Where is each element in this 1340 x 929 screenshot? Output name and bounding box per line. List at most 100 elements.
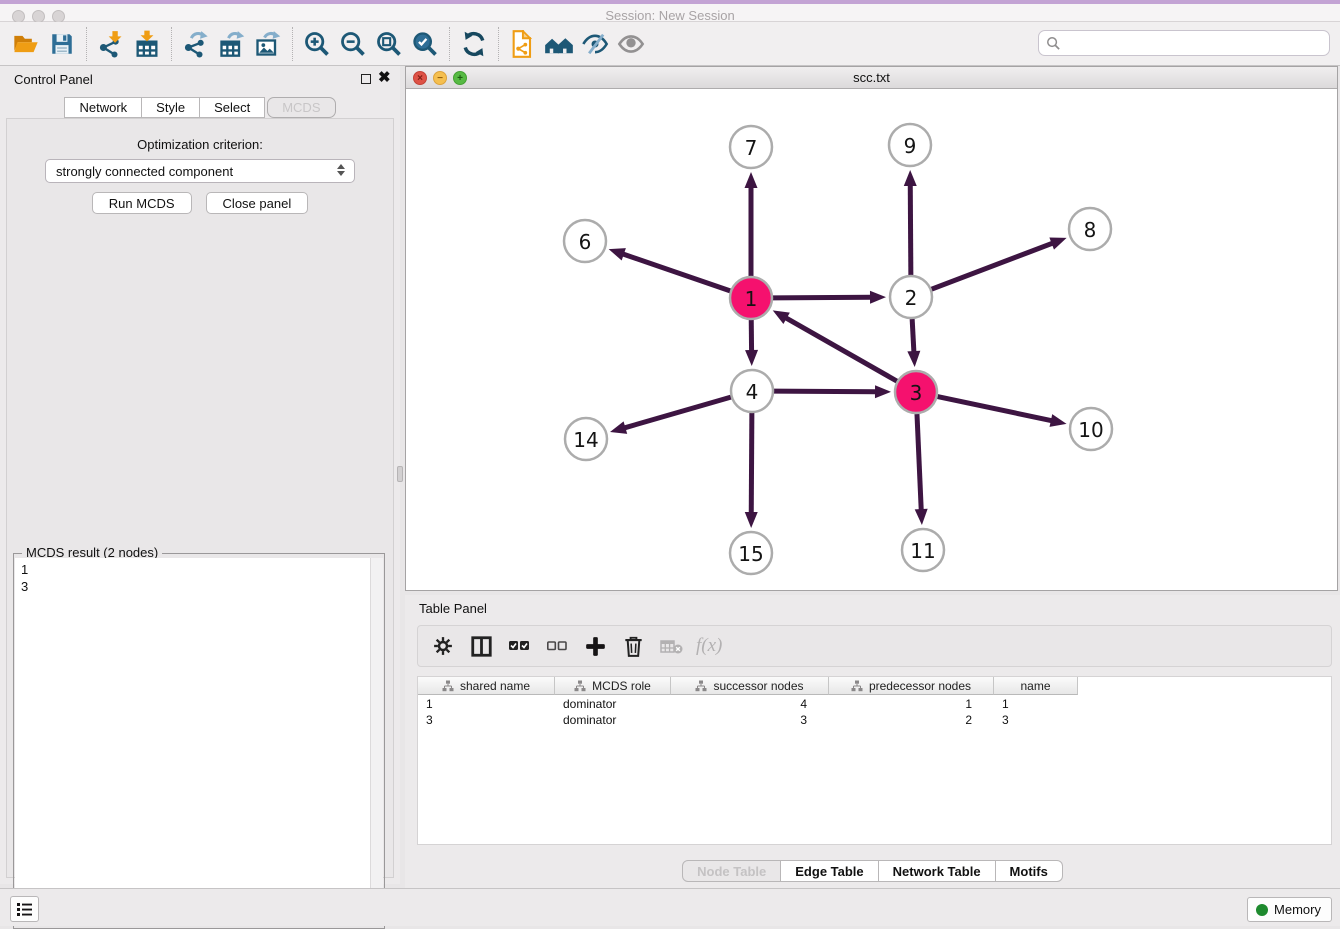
select-all-columns-button[interactable] — [504, 631, 534, 661]
graph-node-3[interactable]: 3 — [895, 371, 937, 413]
table-row[interactable]: 3dominator323 — [418, 712, 1078, 728]
result-scrollbar[interactable] — [370, 558, 383, 926]
tab-style[interactable]: Style — [142, 97, 200, 118]
toolbar-separator — [449, 27, 450, 61]
refresh-button[interactable] — [456, 26, 492, 62]
graph-edge-4-3[interactable] — [774, 391, 877, 392]
zoom-in-icon — [303, 30, 331, 58]
application-window: Session: New Session — [0, 0, 1340, 926]
edge-arrowhead-icon — [745, 350, 758, 366]
float-panel-icon[interactable] — [361, 74, 371, 84]
import-table-button[interactable] — [129, 26, 165, 62]
cell-predecessor_nodes[interactable]: 2 — [829, 712, 994, 728]
column-header-label: shared name — [460, 679, 530, 693]
column-header-shared-name[interactable]: shared name — [418, 677, 555, 695]
import-network-button[interactable] — [93, 26, 129, 62]
tab-select[interactable]: Select — [200, 97, 265, 118]
open-file-button[interactable] — [8, 26, 44, 62]
add-column-button[interactable] — [580, 631, 610, 661]
tab-network-table[interactable]: Network Table — [879, 860, 996, 882]
column-header-predecessor-nodes[interactable]: predecessor nodes — [829, 677, 994, 695]
graph-node-9[interactable]: 9 — [889, 124, 931, 166]
save-session-icon — [49, 31, 75, 57]
column-header-successor-nodes[interactable]: successor nodes — [671, 677, 829, 695]
tab-edge-table[interactable]: Edge Table — [781, 860, 878, 882]
criterion-dropdown[interactable]: strongly connected component — [45, 159, 355, 183]
window-titlebar: Session: New Session — [0, 0, 1340, 22]
graph-edge-4-15[interactable] — [751, 413, 752, 514]
control-panel-header: Control Panel ✖ — [0, 66, 400, 94]
graph-node-4[interactable]: 4 — [731, 370, 773, 412]
memory-button[interactable]: Memory — [1247, 897, 1332, 922]
split-panel-button[interactable] — [466, 631, 496, 661]
cell-shared_name[interactable]: 1 — [418, 696, 555, 712]
zoom-out-button[interactable] — [335, 26, 371, 62]
column-header-label: name — [1020, 679, 1050, 693]
zoom-selected-button[interactable] — [407, 26, 443, 62]
table-row[interactable]: 1dominator411 — [418, 696, 1078, 712]
cell-successor_nodes[interactable]: 4 — [671, 696, 829, 712]
save-session-button[interactable] — [44, 26, 80, 62]
edge-arrowhead-icon — [745, 172, 758, 188]
graph-edge-2-9[interactable] — [910, 184, 911, 275]
export-image-button[interactable] — [250, 26, 286, 62]
graph-edge-4-14[interactable] — [623, 397, 730, 428]
graph-node-10[interactable]: 10 — [1070, 408, 1112, 450]
graph-node-15[interactable]: 15 — [730, 532, 772, 574]
unselect-all-columns-button[interactable] — [542, 631, 572, 661]
home-button[interactable] — [541, 26, 577, 62]
close-panel-icon[interactable]: ✖ — [378, 70, 391, 86]
column-header-name[interactable]: name — [994, 677, 1078, 695]
task-history-button[interactable] — [10, 896, 39, 922]
search-input[interactable] — [1066, 32, 1329, 54]
hide-panel-button[interactable] — [577, 26, 613, 62]
graph-edge-2-8[interactable] — [932, 243, 1054, 289]
home-icon — [544, 30, 574, 58]
tab-mcds[interactable]: MCDS — [267, 97, 335, 118]
graph-node-7[interactable]: 7 — [730, 126, 772, 168]
graph-edge-2-3[interactable] — [912, 319, 914, 353]
vertical-splitter-handle[interactable] — [397, 466, 403, 482]
zoom-fit-button[interactable] — [371, 26, 407, 62]
tab-motifs[interactable]: Motifs — [996, 860, 1063, 882]
graph-edge-3-1[interactable] — [785, 317, 897, 381]
tab-node-table[interactable]: Node Table — [682, 860, 781, 882]
cell-mcds_role[interactable]: dominator — [555, 712, 671, 728]
zoom-in-button[interactable] — [299, 26, 335, 62]
export-network-button[interactable] — [178, 26, 214, 62]
mcds-result-item[interactable]: 3 — [21, 578, 365, 595]
graph-node-label: 9 — [904, 134, 917, 158]
graph-node-1[interactable]: 1 — [730, 277, 772, 319]
graph-edge-1-6[interactable] — [622, 254, 730, 291]
gear-button[interactable] — [428, 631, 458, 661]
show-panel-button[interactable] — [613, 26, 649, 62]
cell-mcds_role[interactable]: dominator — [555, 696, 671, 712]
graph-edge-3-10[interactable] — [938, 397, 1053, 421]
tab-network[interactable]: Network — [64, 97, 142, 118]
edge-arrowhead-icon — [904, 170, 917, 186]
export-table-button[interactable] — [214, 26, 250, 62]
cell-predecessor_nodes[interactable]: 1 — [829, 696, 994, 712]
graph-edge-1-2[interactable] — [773, 297, 872, 298]
export-table-icon — [218, 30, 246, 58]
cell-successor_nodes[interactable]: 3 — [671, 712, 829, 728]
window-title: Session: New Session — [0, 8, 1340, 23]
network-overview-button[interactable] — [505, 26, 541, 62]
graph-node-6[interactable]: 6 — [564, 220, 606, 262]
graph-node-14[interactable]: 14 — [565, 418, 607, 460]
graph-node-8[interactable]: 8 — [1069, 208, 1111, 250]
graph-node-2[interactable]: 2 — [890, 276, 932, 318]
import-network-icon — [97, 30, 125, 58]
network-graph-canvas[interactable]: 7 9 6 8 1 2 4 3 14 10 15 11 — [406, 89, 1337, 590]
column-header-MCDS-role[interactable]: MCDS role — [555, 677, 671, 695]
mcds-result-item[interactable]: 1 — [21, 561, 365, 578]
cell-shared_name[interactable]: 3 — [418, 712, 555, 728]
run-mcds-button[interactable]: Run MCDS — [92, 192, 192, 214]
graph-node-11[interactable]: 11 — [902, 529, 944, 571]
delete-columns-button[interactable] — [618, 631, 648, 661]
cell-name[interactable]: 1 — [994, 696, 1078, 712]
cell-name[interactable]: 3 — [994, 712, 1078, 728]
mcds-result-list[interactable]: 13 — [15, 558, 371, 926]
close-panel-button[interactable]: Close panel — [206, 192, 309, 214]
graph-edge-3-11[interactable] — [917, 414, 921, 511]
